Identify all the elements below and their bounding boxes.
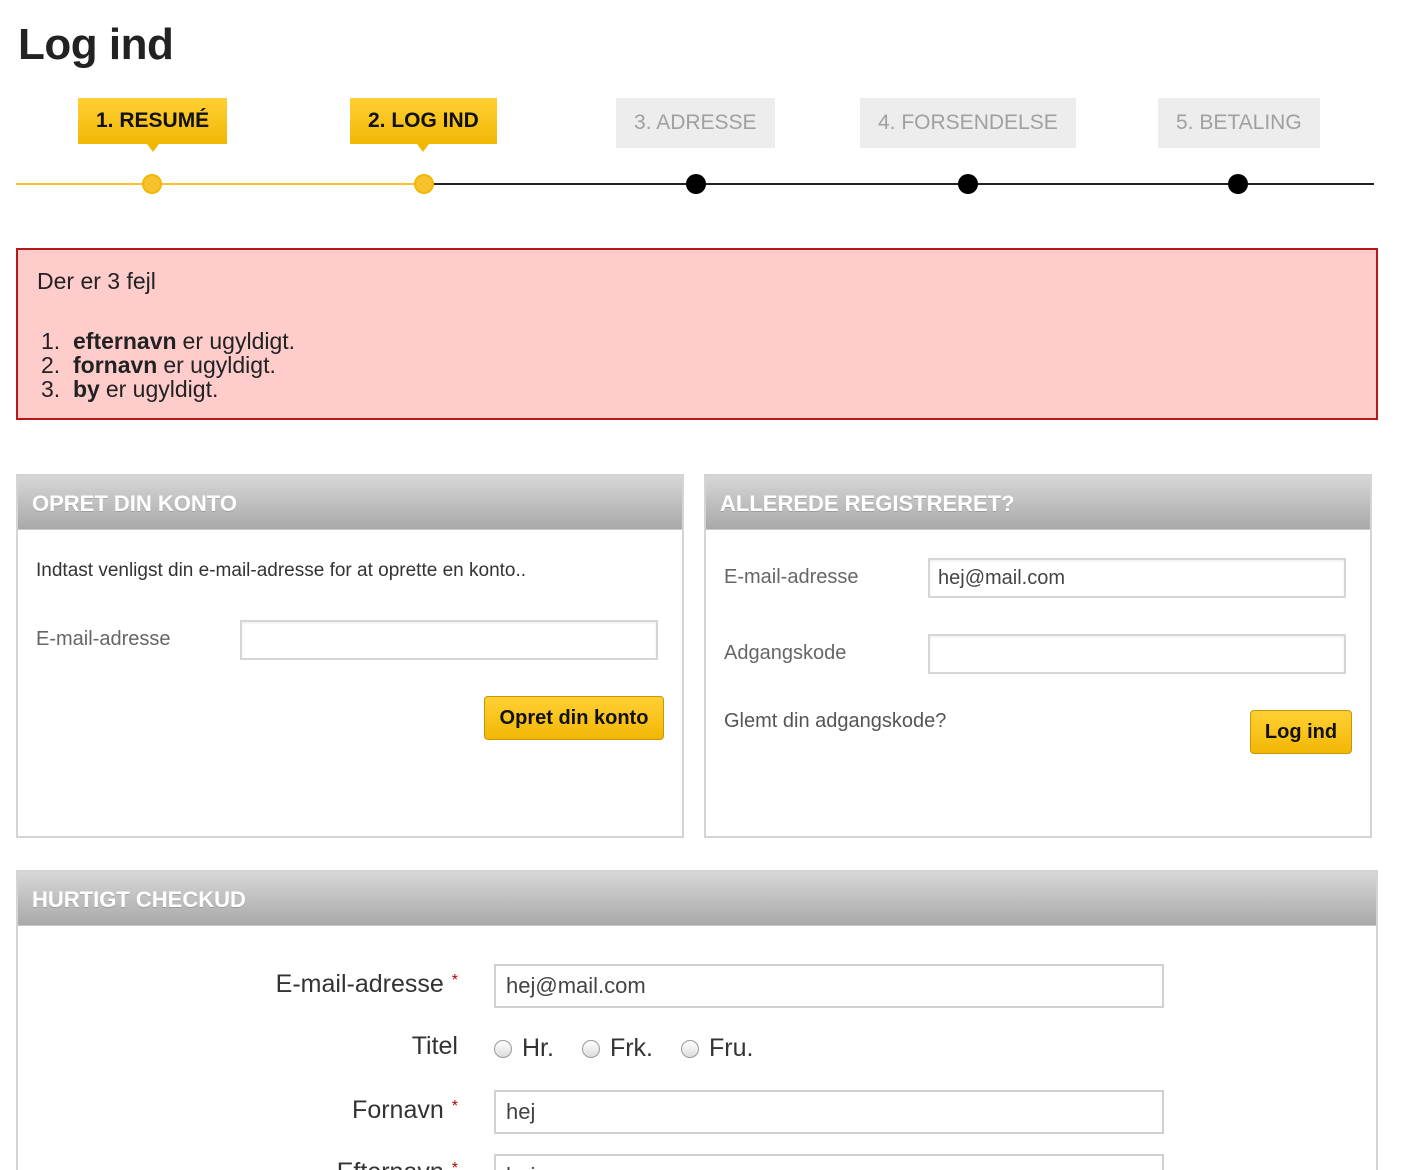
step-forsendelse: 4. FORSENDELSE (860, 98, 1076, 148)
required-mark: * (451, 1160, 458, 1170)
qc-firstname-input[interactable] (494, 1090, 1164, 1134)
error-item: 3. by er ugyldigt. (41, 376, 219, 402)
error-item: 2. fornavn er ugyldigt. (41, 352, 276, 378)
radio-icon[interactable] (494, 1039, 512, 1058)
step-resume[interactable]: 1. RESUMÉ (78, 98, 228, 152)
create-email-label: E-mail-adresse (36, 628, 171, 650)
create-email-input[interactable] (240, 620, 658, 660)
step-log-ind[interactable]: 2. LOG IND (350, 98, 497, 152)
qc-firstname-label: Fornavn * (352, 1096, 458, 1124)
login-email-input[interactable] (928, 558, 1346, 598)
page-title: Log ind (18, 20, 174, 69)
step-pointer-icon (146, 144, 159, 152)
checkout-progress: 1. RESUMÉ 2. LOG IND 3. ADRESSE 4. FORSE… (16, 98, 1374, 208)
step-dot-icon (142, 174, 162, 194)
login-button[interactable]: Log ind (1250, 710, 1352, 754)
step-dot-icon (414, 174, 434, 194)
qc-email-input[interactable] (494, 964, 1164, 1008)
login-password-input[interactable] (928, 634, 1346, 674)
login-email-label: E-mail-adresse (724, 566, 859, 588)
radio-icon[interactable] (581, 1039, 600, 1058)
error-item: 1. efternavn er ugyldigt. (41, 328, 296, 354)
login-header: ALLEREDE REGISTRERET? (706, 476, 1370, 530)
title-option-fru[interactable]: Fru. (681, 1034, 753, 1063)
create-account-button[interactable]: Opret din konto (484, 696, 664, 740)
login-password-label: Adgangskode (724, 642, 847, 664)
step-dot-icon (958, 174, 978, 194)
qc-email-label: E-mail-adresse * (275, 970, 458, 998)
step-betaling: 5. BETALING (1158, 98, 1320, 148)
step-pointer-icon (417, 144, 430, 152)
step-dot-icon (686, 174, 706, 194)
error-box: Der er 3 fejl 1. efternavn er ugyldigt. … (16, 248, 1378, 420)
quick-checkout-panel: HURTIGT CHECKUD E-mail-adresse* Titel Hr… (16, 870, 1378, 1170)
create-account-intro: Indtast venligst din e-mail-adresse for … (36, 560, 527, 581)
quick-checkout-header: HURTIGT CHECKUD (18, 872, 1376, 926)
required-mark: * (451, 1098, 458, 1115)
qc-title-label: Titel (411, 1032, 458, 1060)
create-account-header: OPRET DIN KONTO (18, 476, 682, 530)
progress-line-done (16, 183, 424, 185)
error-title: Der er 3 fejl (37, 268, 156, 294)
login-panel: ALLEREDE REGISTRERET? E-mail-adresse Adg… (704, 474, 1372, 838)
qc-lastname-input[interactable] (494, 1154, 1164, 1170)
required-mark: * (451, 972, 458, 989)
step-adresse: 3. ADRESSE (616, 98, 775, 148)
radio-icon[interactable] (681, 1039, 699, 1058)
qc-lastname-label: Efternavn* (18, 1158, 458, 1170)
forgot-password-link[interactable]: Glemt din adgangskode? (724, 710, 946, 733)
title-option-hr[interactable]: Hr. (494, 1034, 554, 1063)
create-account-panel: OPRET DIN KONTO Indtast venligst din e-m… (16, 474, 684, 838)
qc-title-options: Hr. Frk. Fru. (494, 1034, 781, 1063)
step-dot-icon (1228, 174, 1248, 194)
title-option-frk[interactable]: Frk. (581, 1034, 653, 1063)
error-list: 1. efternavn er ugyldigt. 2. fornavn er … (37, 329, 1357, 401)
